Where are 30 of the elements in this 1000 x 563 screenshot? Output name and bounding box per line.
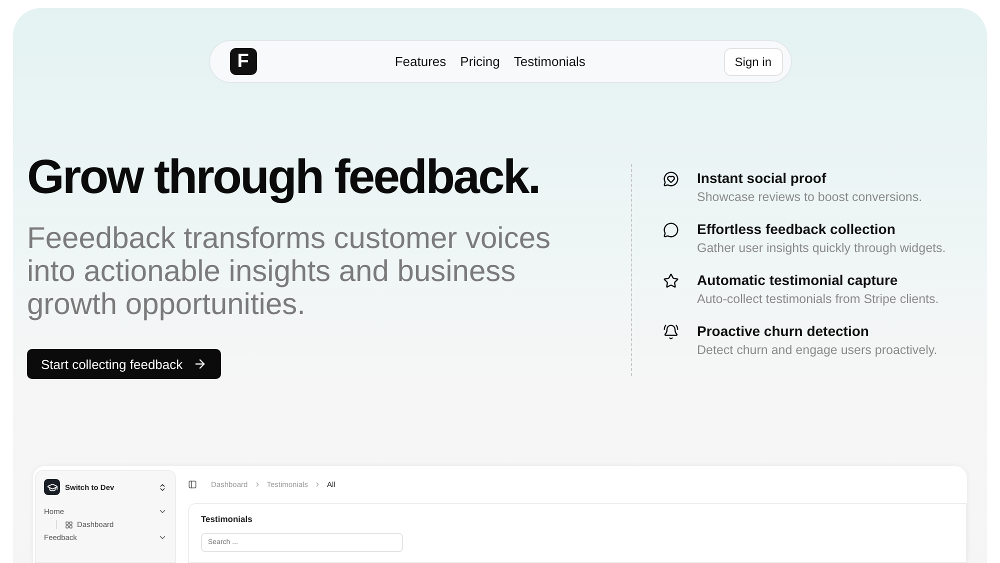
chevron-down-icon[interactable] (158, 507, 167, 516)
sign-in-button[interactable]: Sign in (724, 48, 782, 76)
chevrons-icon[interactable] (158, 482, 167, 492)
arrow-right-icon (192, 357, 207, 371)
sidebar-toggle-icon[interactable] (188, 480, 197, 488)
nav-link[interactable]: Pricing (460, 54, 500, 69)
hero-subtitle: Feeedback transforms customer voices into actionable insights and business growth opportunities. (27, 222, 552, 321)
chevron-right-icon (314, 480, 321, 488)
feature-description: Auto-collect testimonials from Stripe clients. (697, 292, 939, 306)
logo[interactable]: F (230, 48, 256, 75)
nav-link[interactable]: Features (394, 54, 446, 69)
nav-link[interactable]: Testimonials (514, 54, 586, 69)
feature-description: Gather user insights quickly through widgets. (697, 241, 946, 255)
chevron-right-icon (254, 480, 261, 488)
workspace-icon (44, 479, 60, 495)
heart-chat-icon (663, 171, 679, 187)
feature-description: Showcase reviews to boost conversions. (697, 190, 922, 204)
feature-title: Proactive churn detection (697, 323, 870, 339)
feature-title: Instant social proof (697, 170, 828, 186)
bell-icon (663, 324, 679, 340)
chevron-down-icon[interactable] (158, 533, 167, 542)
cta-button[interactable]: Start collecting feedback (27, 349, 221, 379)
grid-icon (65, 520, 73, 528)
panel-title: Testimonials (201, 514, 254, 524)
star-icon (663, 273, 679, 289)
chat-icon (663, 222, 679, 238)
feature-title: Effortless feedback collection (697, 221, 896, 237)
feature-title: Automatic testimonial capture (697, 272, 899, 288)
hero-title: Grow through feedback. (27, 150, 540, 206)
feature-description: Detect churn and engage users proactively. (697, 343, 938, 357)
